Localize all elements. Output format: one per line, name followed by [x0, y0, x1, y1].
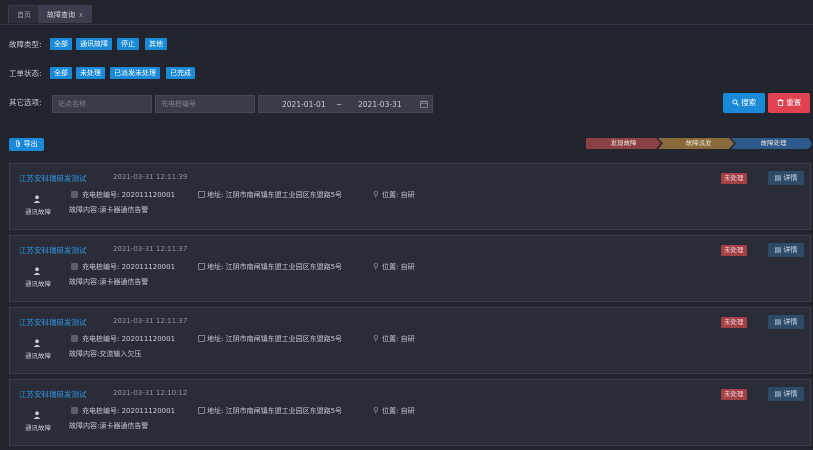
card-time: 2021-03-31 12:11:37 — [113, 245, 188, 253]
tab-home-label: 首页 — [17, 11, 31, 19]
search-button[interactable]: 搜索 — [723, 93, 765, 113]
other-options-label: 其它选项: — [9, 98, 42, 107]
date-start: 2021-01-01 — [282, 100, 326, 109]
address: 地址: 江阴市南闸镇东盟工业园区东盟路5号 — [207, 335, 343, 343]
order-status-unprocessed[interactable]: 未处理 — [76, 67, 105, 79]
tab-bar: 首页 故障查询 x — [0, 0, 813, 25]
fault-card: 江苏安科瑞研发测试 2021-03-31 12:11:39 通讯故障 充电桩编号… — [9, 163, 811, 230]
order-status-label: 工单状态: — [9, 69, 42, 78]
tab-home[interactable]: 首页 — [8, 5, 40, 23]
pile-number: 充电桩编号: 202011120001 — [82, 263, 176, 271]
fault-type-comm[interactable]: 通讯故障 — [76, 38, 112, 50]
card-time: 2021-03-31 12:11:37 — [113, 317, 188, 325]
position: 位置: 自研 — [382, 191, 415, 199]
card-time: 2021-03-31 12:11:39 — [113, 173, 188, 181]
pile-number-input[interactable]: 充电桩编号 — [155, 95, 255, 113]
document-icon: ▤ — [774, 318, 782, 326]
pile-number: 充电桩编号: 202011120001 — [82, 407, 176, 415]
date-separator: ~ — [336, 100, 343, 109]
location-icon: ⚲ — [373, 406, 379, 415]
close-icon[interactable]: x — [79, 11, 83, 19]
fault-content: 故障内容:读卡器通信告警 — [69, 278, 149, 286]
fault-type-stop[interactable]: 停止 — [117, 38, 139, 50]
card-title[interactable]: 江苏安科瑞研发测试 — [19, 389, 87, 400]
address-icon — [198, 263, 205, 270]
person-icon — [33, 267, 41, 275]
legend-dispatch: 故障派发 — [685, 139, 712, 147]
address-icon — [198, 407, 205, 414]
pile-icon — [71, 191, 78, 198]
fault-content: 故障内容:交流输入欠压 — [69, 350, 142, 358]
tab-fault-query[interactable]: 故障查询 x — [38, 5, 93, 23]
reset-button-label: 重置 — [786, 98, 802, 107]
card-title[interactable]: 江苏安科瑞研发测试 — [19, 245, 87, 256]
legend-process: 故障处理 — [760, 139, 787, 147]
date-end: 2021-03-31 — [358, 100, 402, 109]
calendar-icon[interactable] — [420, 100, 428, 108]
document-icon: ▤ — [774, 390, 782, 398]
detail-label: 详情 — [783, 246, 798, 254]
search-icon — [732, 99, 739, 106]
fault-type-other[interactable]: 其他 — [145, 38, 167, 50]
detail-button[interactable]: ▤ 详情 — [768, 387, 804, 401]
fault-type-text: 通讯故障 — [25, 352, 51, 360]
status-badge: 未处理 — [721, 173, 747, 184]
card-time: 2021-03-31 12:10:12 — [113, 389, 188, 397]
document-icon: ▤ — [774, 246, 782, 254]
detail-button[interactable]: ▤ 详情 — [768, 243, 804, 257]
fault-card: 江苏安科瑞研发测试 2021-03-31 12:11:37 通讯故障 充电桩编号… — [9, 235, 811, 302]
tab-fault-query-label: 故障查询 — [47, 11, 75, 19]
document-icon: ▤ — [774, 174, 782, 182]
order-status-done[interactable]: 已完成 — [166, 67, 195, 79]
pile-icon — [71, 335, 78, 342]
fault-type-label: 故障类型: — [9, 40, 42, 49]
location-icon: ⚲ — [373, 334, 379, 343]
card-title[interactable]: 江苏安科瑞研发测试 — [19, 173, 87, 184]
status-badge: 未处理 — [721, 317, 747, 328]
address-icon — [198, 335, 205, 342]
fault-type-text: 通讯故障 — [25, 424, 51, 432]
fault-type-text: 通讯故障 — [25, 208, 51, 216]
person-icon — [33, 195, 41, 203]
export-button[interactable]: 导出 — [9, 138, 44, 151]
person-icon — [33, 339, 41, 347]
detail-label: 详情 — [783, 174, 798, 182]
position: 位置: 自研 — [382, 263, 415, 271]
address: 地址: 江阴市南闸镇东盟工业园区东盟路5号 — [207, 263, 343, 271]
fault-content: 故障内容:读卡器通信告警 — [69, 206, 149, 214]
reset-button[interactable]: 重置 — [768, 93, 810, 113]
location-icon: ⚲ — [373, 190, 379, 199]
export-button-label: 导出 — [23, 140, 38, 148]
search-button-label: 搜索 — [741, 98, 757, 107]
fault-content: 故障内容:读卡器通信告警 — [69, 422, 149, 430]
fault-card: 江苏安科瑞研发测试 2021-03-31 12:11:37 通讯故障 充电桩编号… — [9, 307, 811, 374]
detail-button[interactable]: ▤ 详情 — [768, 315, 804, 329]
legend-found: 发现故障 — [610, 139, 637, 147]
station-name-input[interactable]: 站点名称 — [52, 95, 152, 113]
pile-icon — [71, 263, 78, 270]
order-status-all[interactable]: 全部 — [50, 67, 72, 79]
detail-label: 详情 — [783, 390, 798, 398]
address: 地址: 江阴市南闸镇东盟工业园区东盟路5号 — [207, 191, 343, 199]
card-title[interactable]: 江苏安科瑞研发测试 — [19, 317, 87, 328]
address-icon — [198, 191, 205, 198]
person-icon — [33, 411, 41, 419]
order-status-dispatched[interactable]: 已派发未处理 — [110, 67, 160, 79]
position: 位置: 自研 — [382, 335, 415, 343]
status-badge: 未处理 — [721, 245, 747, 256]
detail-button[interactable]: ▤ 详情 — [768, 171, 804, 185]
status-badge: 未处理 — [721, 389, 747, 400]
position: 位置: 自研 — [382, 407, 415, 415]
address: 地址: 江阴市南闸镇东盟工业园区东盟路5号 — [207, 407, 343, 415]
fault-card: 江苏安科瑞研发测试 2021-03-31 12:10:12 通讯故障 充电桩编号… — [9, 379, 811, 446]
trash-icon — [777, 98, 784, 106]
detail-label: 详情 — [783, 318, 798, 326]
paperclip-icon — [16, 140, 21, 147]
pile-number: 充电桩编号: 202011120001 — [82, 191, 176, 199]
pile-number: 充电桩编号: 202011120001 — [82, 335, 176, 343]
location-icon: ⚲ — [373, 262, 379, 271]
fault-type-text: 通讯故障 — [25, 280, 51, 288]
pile-icon — [71, 407, 78, 414]
fault-type-all[interactable]: 全部 — [50, 38, 72, 50]
